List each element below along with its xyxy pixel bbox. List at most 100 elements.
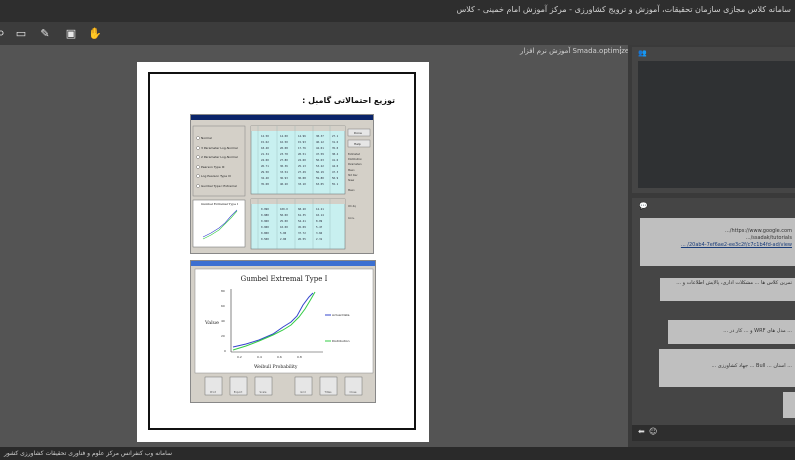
svg-text:40.20: 40.20 (280, 182, 288, 186)
chat-message (783, 392, 795, 418)
svg-text:14.00: 14.00 (280, 134, 288, 138)
legend-distribution: Distribution (332, 339, 350, 343)
plot-print-button: Print (210, 390, 216, 394)
gumbel-plot-graphic: Gumbel Extremal Type I 80 60 40 20 0 0.2 0.4… (191, 261, 375, 396)
svg-text:42.01: 42.01 (316, 146, 324, 150)
svg-text:Distribution: Distribution (348, 158, 362, 161)
send-icon[interactable]: ⬅ (638, 427, 645, 436)
window-title: سامانه کلاس مجازی سازمان تحقیقات، آموزش … (456, 5, 791, 14)
page-heading: توزیع احتمالاتی گامبل : (302, 96, 395, 105)
svg-text:35.0: 35.0 (332, 146, 339, 150)
svg-text:0: 0 (224, 349, 226, 353)
svg-text:0.800: 0.800 (261, 231, 269, 235)
pen-icon[interactable]: ✎ (38, 27, 52, 40)
svg-text:56.19: 56.19 (316, 170, 324, 174)
svg-text:Mean: Mean (348, 189, 355, 192)
svg-text:12.50: 12.50 (261, 134, 269, 138)
svg-text:Mean: Mean (348, 169, 355, 172)
svg-text:31.6: 31.6 (332, 140, 339, 144)
svg-text:30.36: 30.36 (280, 164, 288, 168)
svg-text:0.500: 0.500 (261, 237, 269, 241)
svg-text:80: 80 (221, 289, 225, 293)
chat-message-text: ... مدل های WRF و ... کار در ... (723, 328, 792, 334)
svg-text:27.1: 27.1 (332, 134, 339, 138)
svg-text:20.08: 20.08 (280, 146, 288, 150)
legend-actual: Actual Data (332, 313, 350, 317)
document-page: توزیع احتمالاتی گامبل : Normal 3 Paramet… (137, 62, 429, 442)
plot-export-button: Export (234, 390, 243, 394)
svg-text:0.4: 0.4 (257, 355, 262, 359)
option-label: Log Pearson Type III (201, 174, 231, 178)
video-area (638, 61, 795, 188)
hand-tool-icon[interactable]: ✋ (88, 27, 102, 40)
svg-text:50.9: 50.9 (332, 176, 339, 180)
svg-text:Gumbel Extremal Type I: Gumbel Extremal Type I (201, 202, 239, 206)
svg-text:100.0: 100.0 (280, 207, 288, 211)
svg-text:10.00: 10.00 (280, 225, 288, 229)
text-box-icon[interactable]: ▣ (64, 27, 78, 40)
svg-text:33.10: 33.10 (298, 182, 306, 186)
svg-text:27.80: 27.80 (280, 158, 288, 162)
distribution-dialog-graphic: Normal 3 Parameter Log-Normal 2 Paramete… (191, 115, 373, 250)
svg-text:37.72: 37.72 (298, 231, 306, 235)
option-label: Gumbel Type I Extremal (201, 184, 237, 188)
svg-text:5.00: 5.00 (280, 231, 287, 235)
chat-message-text: ssadak/tutorials/... (745, 235, 792, 241)
chat-message-link[interactable]: 20ab4-7ef6ae2-ee3c2f/c7c1b4fd-ad/view/ .… (643, 242, 792, 249)
svg-text:8.09: 8.09 (316, 219, 323, 223)
svg-text:Parameters: Parameters (348, 163, 362, 166)
svg-text:2.31: 2.31 (316, 237, 323, 241)
svg-text:68.20: 68.20 (298, 207, 306, 211)
svg-text:23.78: 23.78 (280, 152, 288, 156)
chat-input-bar[interactable]: ⬅ ☺ (632, 425, 795, 441)
monitor-icon[interactable]: ▭ (14, 27, 28, 40)
svg-text:61.35: 61.35 (298, 213, 306, 217)
svg-text:29.50: 29.50 (261, 170, 269, 174)
plot-xlabel: Weibull Probability (254, 364, 298, 370)
svg-text:0.6: 0.6 (277, 355, 282, 359)
svg-text:0.2: 0.2 (237, 355, 242, 359)
svg-text:26.71: 26.71 (261, 164, 269, 168)
whiteboard-toolbar: ⚪ ▭ ✎ ▣ ✋ (0, 22, 795, 46)
svg-text:25.00: 25.00 (280, 219, 288, 223)
svg-text:27.49: 27.49 (298, 170, 306, 174)
chat-icon[interactable]: 💬 (639, 202, 648, 210)
svg-text:63.05: 63.05 (316, 182, 324, 186)
participants-icon[interactable]: 👥 (638, 49, 647, 57)
circle-tool-icon[interactable]: ⚪ (0, 27, 8, 40)
svg-text:15.93: 15.93 (298, 140, 306, 144)
chat-message-text: ... استان ... Bull ... جهاد کشاورزی ... (711, 363, 792, 369)
svg-text:14.96: 14.96 (298, 134, 306, 138)
svg-text:59.80: 59.80 (316, 176, 324, 180)
chat-message-text: https://www.google.com/... (725, 228, 792, 234)
svg-text:50.00: 50.00 (280, 213, 288, 217)
svg-text:53.22: 53.22 (316, 164, 324, 168)
distribution-dialog-screenshot: Normal 3 Parameter Log-Normal 2 Paramete… (190, 114, 374, 254)
svg-text:38.37: 38.37 (316, 134, 324, 138)
svg-text:0.8: 0.8 (297, 355, 302, 359)
plot-close-button: Close (349, 390, 356, 394)
svg-text:12.21: 12.21 (316, 207, 324, 211)
svg-text:Estimated: Estimated (348, 153, 361, 156)
svg-text:Chi-Sq: Chi-Sq (348, 205, 356, 208)
option-label: Pearson Type III (201, 165, 224, 169)
gumbel-plot-screenshot: Gumbel Extremal Type I 80 60 40 20 0 0.2 0.4… (190, 260, 376, 403)
window-titlebar: سامانه کلاس مجازی سازمان تحقیقات، آموزش … (0, 0, 795, 22)
option-label: 2 Parameter Log-Normal (201, 155, 238, 159)
svg-text:20.51: 20.51 (298, 152, 306, 156)
svg-text:47.59: 47.59 (316, 152, 324, 156)
svg-text:40.12: 40.12 (316, 140, 324, 144)
svg-text:20: 20 (221, 334, 225, 338)
svg-text:30.08: 30.08 (298, 176, 306, 180)
svg-text:50.63: 50.63 (316, 158, 324, 162)
svg-text:Std Dev: Std Dev (348, 174, 358, 177)
emoji-icon[interactable]: ☺ (649, 427, 657, 436)
chat-message-text: تمرین کلاس ها ... مشکلات اداری، پالایش ا… (676, 280, 792, 286)
svg-text:35.68: 35.68 (261, 182, 269, 186)
chat-message: ... استان ... Bull ... جهاد کشاورزی ... (659, 349, 795, 387)
option-label: Normal (201, 136, 212, 140)
document-menu-icon[interactable]: ⋮ (616, 46, 625, 56)
svg-text:25.13: 25.13 (298, 164, 306, 168)
status-bar: سامانه وب کنفرانس مرکز علوم و فناوری تحق… (0, 447, 795, 460)
svg-text:Skew: Skew (348, 179, 354, 182)
